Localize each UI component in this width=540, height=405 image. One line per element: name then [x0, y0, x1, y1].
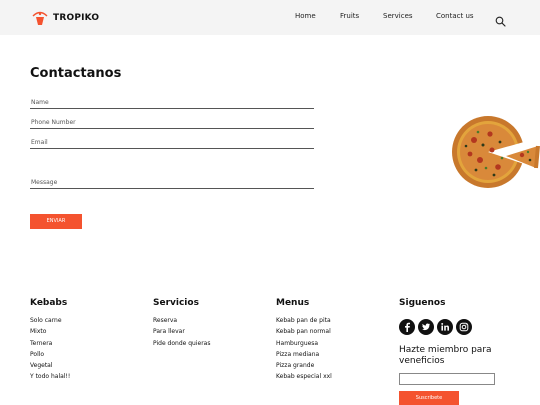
nav-services[interactable]: Services [383, 12, 413, 20]
footer-link[interactable]: Ternera [30, 338, 70, 349]
nav-fruits[interactable]: Fruits [340, 12, 359, 20]
instagram-icon[interactable] [456, 319, 472, 335]
header: TROPIKO Home Fruits Services Contact us [0, 0, 540, 35]
search-icon[interactable] [495, 12, 506, 27]
email-field[interactable] [30, 137, 314, 149]
footer-link[interactable]: Pide donde quieras [153, 338, 211, 349]
twitter-icon[interactable] [418, 319, 434, 335]
footer-kebabs-list: Solo carne Mixto Ternera Pollo Vegetal Y… [30, 315, 70, 383]
phone-number-field[interactable] [30, 117, 314, 129]
footer-link[interactable]: Pizza mediana [276, 349, 332, 360]
footer-link[interactable]: Mixto [30, 326, 70, 337]
footer-link[interactable]: Hamburguesa [276, 338, 332, 349]
linkedin-icon[interactable] [437, 319, 453, 335]
nav-contact-us[interactable]: Contact us [436, 12, 474, 20]
footer-menus-title: Menus [276, 298, 310, 308]
footer-kebabs-title: Kebabs [30, 298, 68, 308]
footer-link[interactable]: Pizza grande [276, 360, 332, 371]
message-field[interactable] [30, 177, 314, 189]
footer-link[interactable]: Y todo halal!! [30, 371, 70, 382]
brand-name: TROPIKO [53, 13, 100, 23]
footer-link[interactable]: Reserva [153, 315, 211, 326]
name-field[interactable] [30, 97, 314, 109]
footer-servicios-title: Servicios [153, 298, 199, 308]
footer-link[interactable]: Kebab especial xxl [276, 371, 332, 382]
newsletter-title: Hazte miembro para veneficios [399, 345, 492, 366]
footer-link[interactable]: Solo carne [30, 315, 70, 326]
footer-link[interactable]: Para llevar [153, 326, 211, 337]
footer-link[interactable]: Vegetal [30, 360, 70, 371]
footer-link[interactable]: Kebab pan normal [276, 326, 332, 337]
send-button[interactable]: ENVIAR [30, 214, 82, 229]
subscribe-button[interactable]: Suscribete [399, 391, 459, 405]
footer-link[interactable]: Pollo [30, 349, 70, 360]
logo[interactable]: TROPIKO [30, 8, 99, 28]
nav-home[interactable]: Home [295, 12, 316, 20]
facebook-icon[interactable] [399, 319, 415, 335]
page-title: Contactanos [30, 66, 122, 81]
social-links [399, 319, 472, 335]
newsletter-email-input[interactable] [399, 373, 495, 385]
footer-siguenos-title: Siguenos [399, 298, 446, 308]
footer-servicios-list: Reserva Para llevar Pide donde quieras [153, 315, 211, 349]
footer-menus-list: Kebab pan de pita Kebab pan normal Hambu… [276, 315, 332, 383]
brand-logo-icon [30, 8, 50, 28]
pizza-image [450, 112, 540, 196]
footer-link[interactable]: Kebab pan de pita [276, 315, 332, 326]
